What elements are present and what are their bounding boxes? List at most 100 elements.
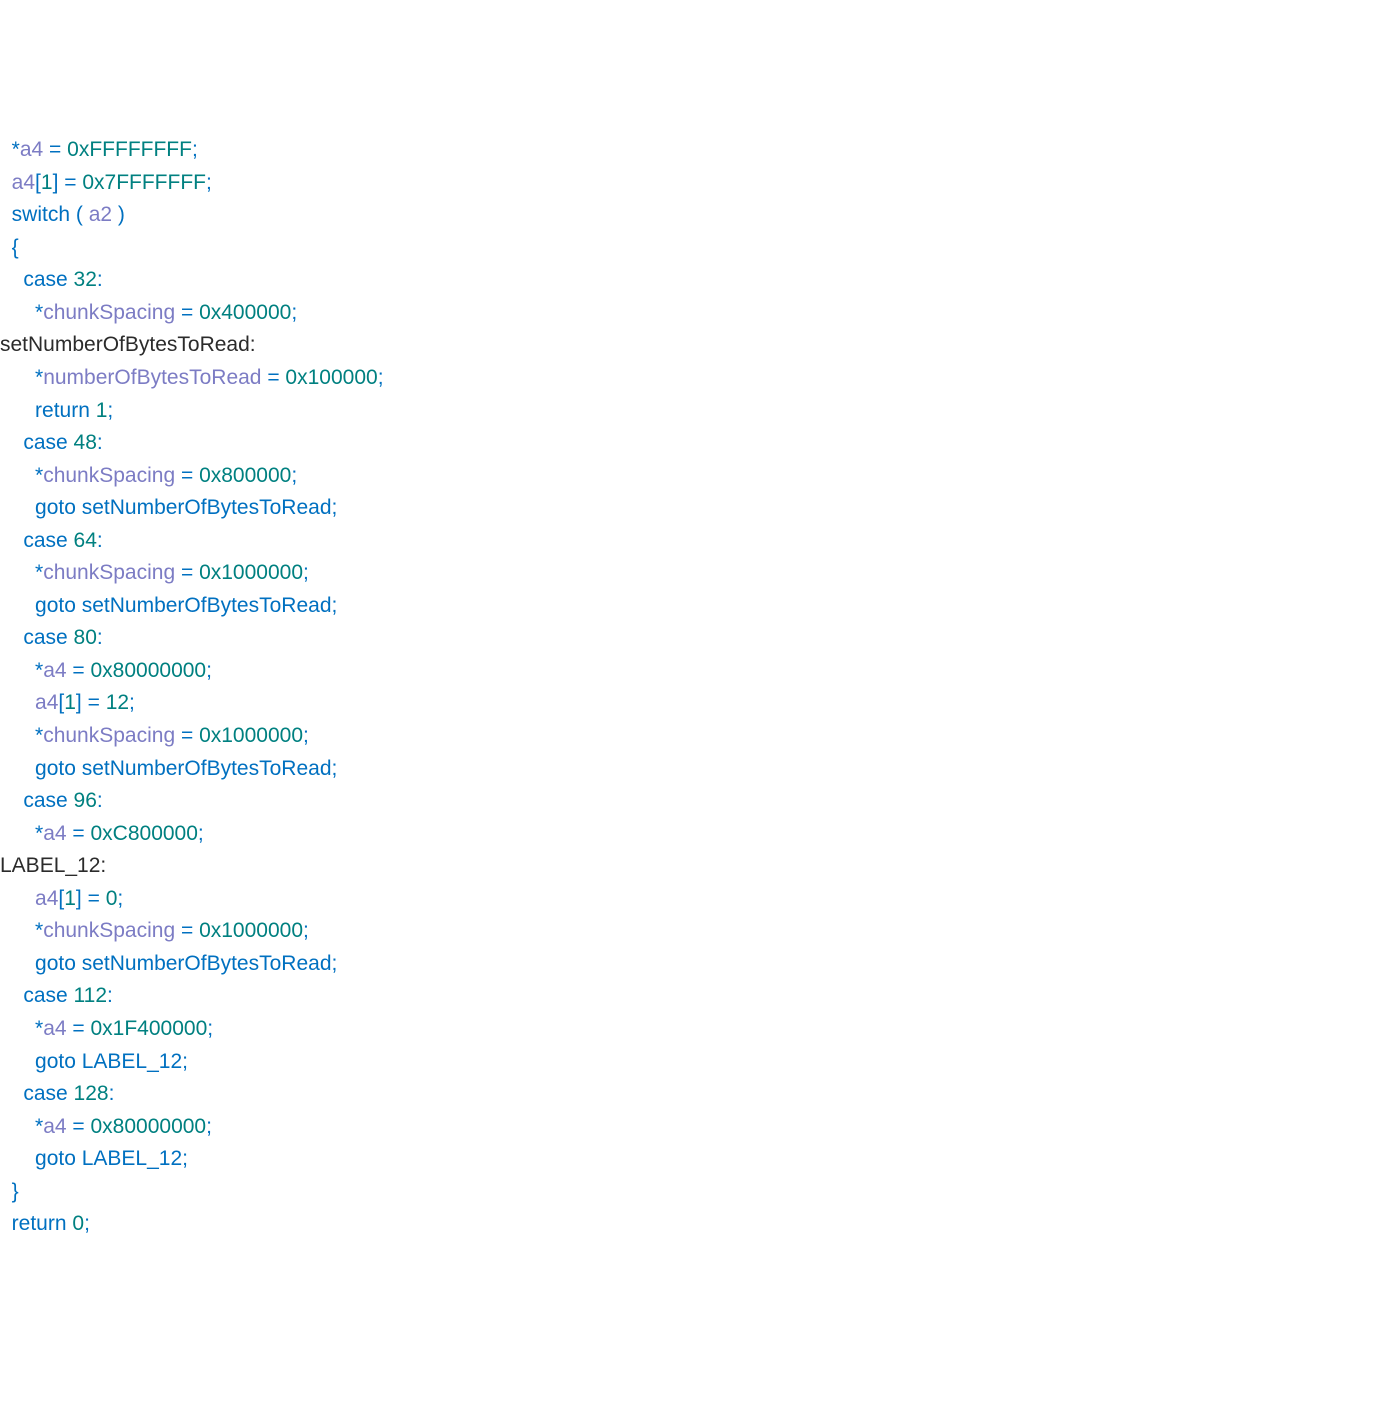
code-line: switch ( a2 ) — [0, 199, 1373, 232]
code-token: ) — [112, 203, 125, 226]
code-line: goto LABEL_12; — [0, 1046, 1373, 1079]
code-token: 112 — [74, 984, 107, 1007]
code-token: 32 — [74, 268, 97, 291]
code-token: a4 — [43, 659, 66, 682]
code-token: ] = — [76, 691, 106, 714]
code-token: { — [12, 236, 19, 259]
code-token: LABEL_12: — [0, 854, 106, 877]
code-token: ; — [84, 1212, 90, 1235]
code-token: * — [35, 724, 43, 747]
code-line: case 32: — [0, 264, 1373, 297]
code-token: 1 — [64, 691, 76, 714]
code-token: chunkSpacing — [43, 561, 175, 584]
code-token: a4 — [35, 691, 58, 714]
code-line: } — [0, 1176, 1373, 1209]
code-line: case 128: — [0, 1078, 1373, 1111]
code-line: *chunkSpacing = 0x400000; — [0, 297, 1373, 330]
code-token: switch ( — [12, 203, 89, 226]
code-token: 0x80000000 — [91, 659, 207, 682]
code-token: goto setNumberOfBytesToRead; — [35, 594, 337, 617]
code-line: case 48: — [0, 427, 1373, 460]
code-line: LABEL_12: — [0, 850, 1373, 883]
code-token: : — [97, 431, 103, 454]
code-token: 1 — [64, 887, 76, 910]
code-token: a4 — [43, 1115, 66, 1138]
code-token: = — [175, 919, 199, 942]
code-token: * — [12, 138, 20, 161]
code-token: return — [12, 1212, 73, 1235]
code-token: * — [35, 464, 43, 487]
code-line: *chunkSpacing = 0x1000000; — [0, 720, 1373, 753]
code-token: ; — [303, 919, 309, 942]
code-line: goto setNumberOfBytesToRead; — [0, 948, 1373, 981]
code-line: *a4 = 0x80000000; — [0, 1111, 1373, 1144]
code-token: 64 — [74, 529, 97, 552]
code-token: ; — [107, 399, 113, 422]
code-token: : — [97, 789, 103, 812]
code-token: 0 — [106, 887, 118, 910]
code-token: ; — [378, 366, 384, 389]
code-token: : — [97, 529, 103, 552]
code-token: goto LABEL_12; — [35, 1050, 188, 1073]
code-token: case — [23, 984, 73, 1007]
code-token: 48 — [74, 431, 97, 454]
code-token: = — [175, 561, 199, 584]
code-token: setNumberOfBytesToRead: — [0, 333, 256, 356]
code-token: return — [35, 399, 96, 422]
code-token: a2 — [89, 203, 112, 226]
code-token: goto LABEL_12; — [35, 1147, 188, 1170]
code-token: * — [35, 822, 43, 845]
code-token: chunkSpacing — [43, 464, 175, 487]
code-token: : — [107, 984, 113, 1007]
code-token: = — [175, 301, 199, 324]
code-token: ; — [303, 561, 309, 584]
code-token: 0x1000000 — [199, 561, 303, 584]
code-token: 0x1000000 — [199, 724, 303, 747]
code-token: numberOfBytesToRead — [43, 366, 261, 389]
code-token: goto setNumberOfBytesToRead; — [35, 496, 337, 519]
code-token: = — [43, 138, 67, 161]
code-line: *chunkSpacing = 0x1000000; — [0, 915, 1373, 948]
code-token: * — [35, 1115, 43, 1138]
code-token: * — [35, 659, 43, 682]
code-token: chunkSpacing — [43, 919, 175, 942]
code-token: case — [23, 626, 73, 649]
code-token: case — [23, 1082, 73, 1105]
code-line: { — [0, 232, 1373, 265]
code-token: 80 — [74, 626, 97, 649]
code-token: ; — [117, 887, 123, 910]
code-token: ; — [206, 659, 212, 682]
code-token: a4 — [43, 1017, 66, 1040]
code-token: = — [261, 366, 285, 389]
code-token: ] = — [76, 887, 106, 910]
code-line: case 64: — [0, 525, 1373, 558]
code-token: ; — [291, 464, 297, 487]
code-token: case — [23, 268, 73, 291]
code-token: = — [67, 822, 91, 845]
code-token: chunkSpacing — [43, 301, 175, 324]
code-token: 96 — [74, 789, 97, 812]
code-token: ; — [198, 822, 204, 845]
code-token: = — [175, 464, 199, 487]
code-token: 0 — [72, 1212, 84, 1235]
code-line: goto setNumberOfBytesToRead; — [0, 753, 1373, 786]
code-line: setNumberOfBytesToRead: — [0, 329, 1373, 362]
code-token: * — [35, 1017, 43, 1040]
code-token: 0x1000000 — [199, 919, 303, 942]
code-token: = — [175, 724, 199, 747]
source-code-block: *a4 = 0xFFFFFFFF; a4[1] = 0x7FFFFFFF; sw… — [0, 134, 1373, 1241]
code-token: } — [12, 1180, 19, 1203]
code-token: 1 — [96, 399, 108, 422]
code-token: case — [23, 789, 73, 812]
code-token: ; — [291, 301, 297, 324]
code-token: = — [67, 1115, 91, 1138]
code-token: 128 — [74, 1082, 109, 1105]
code-token: ; — [303, 724, 309, 747]
code-line: goto setNumberOfBytesToRead; — [0, 590, 1373, 623]
code-token: : — [97, 268, 103, 291]
code-token: a4 — [35, 887, 58, 910]
code-token: goto setNumberOfBytesToRead; — [35, 757, 337, 780]
code-token: 0x100000 — [285, 366, 377, 389]
code-token: case — [23, 431, 73, 454]
code-token: 0x800000 — [199, 464, 291, 487]
